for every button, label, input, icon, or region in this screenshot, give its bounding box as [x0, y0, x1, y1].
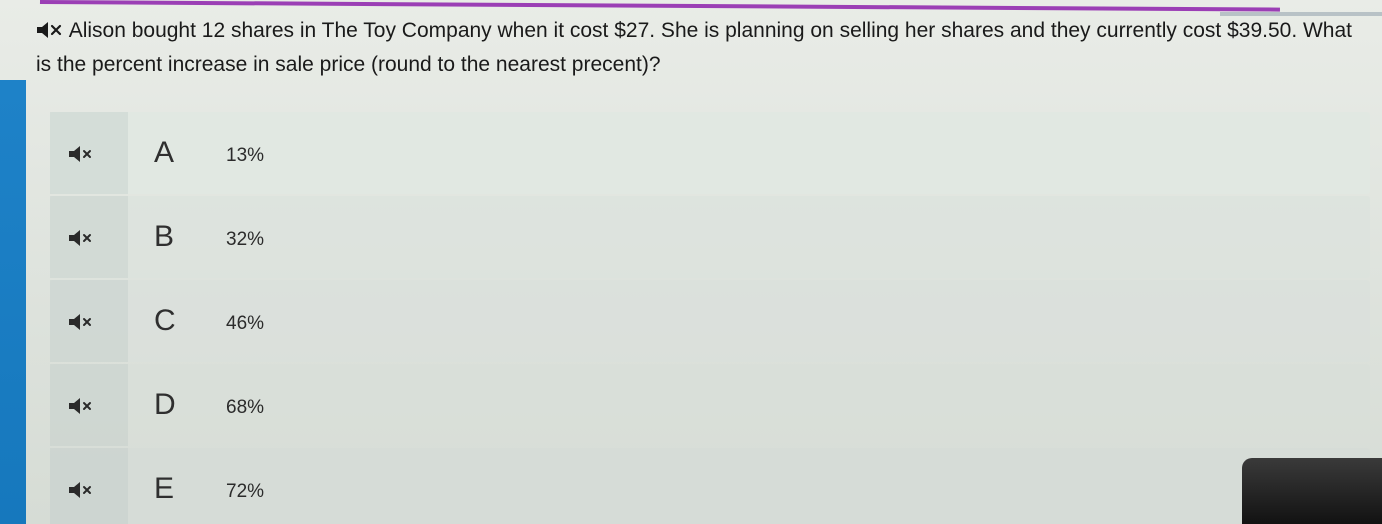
option-a[interactable]: A 13% — [50, 112, 1370, 194]
option-b[interactable]: B 32% — [50, 196, 1370, 278]
answer-options: A 13% B 32% C 46% D 68% E 72% — [50, 112, 1382, 524]
speaker-mute-icon[interactable] — [68, 312, 94, 330]
top-divider — [39, 0, 1280, 12]
option-letter: D — [154, 388, 176, 421]
option-d[interactable]: D 68% — [50, 364, 1370, 446]
question-text: Alison bought 12 shares in The Toy Compa… — [36, 19, 1353, 76]
speaker-mute-icon[interactable] — [36, 20, 64, 40]
option-value: 13% — [226, 145, 265, 166]
option-letter: C — [154, 304, 176, 337]
option-audio-cell — [50, 448, 128, 524]
option-value: 32% — [226, 229, 265, 250]
option-letter: B — [154, 220, 175, 253]
option-audio-cell — [50, 280, 128, 362]
question-block: Alison bought 12 shares in The Toy Compa… — [36, 14, 1356, 82]
device-bezel-corner — [1242, 458, 1382, 524]
option-letter: A — [154, 136, 175, 169]
option-audio-cell — [50, 196, 128, 278]
left-accent-bar — [0, 80, 26, 524]
option-audio-cell — [50, 112, 128, 194]
speaker-mute-icon[interactable] — [68, 228, 94, 246]
option-value: 72% — [226, 481, 265, 502]
option-value: 46% — [226, 313, 265, 334]
quiz-screen: Alison bought 12 shares in The Toy Compa… — [0, 0, 1382, 524]
option-e[interactable]: E 72% — [50, 448, 1370, 524]
option-c[interactable]: C 46% — [50, 280, 1370, 362]
speaker-mute-icon[interactable] — [68, 144, 94, 162]
speaker-mute-icon[interactable] — [68, 480, 94, 498]
option-value: 68% — [226, 397, 265, 418]
option-letter: E — [154, 472, 175, 505]
option-audio-cell — [50, 364, 128, 446]
speaker-mute-icon[interactable] — [68, 396, 94, 414]
